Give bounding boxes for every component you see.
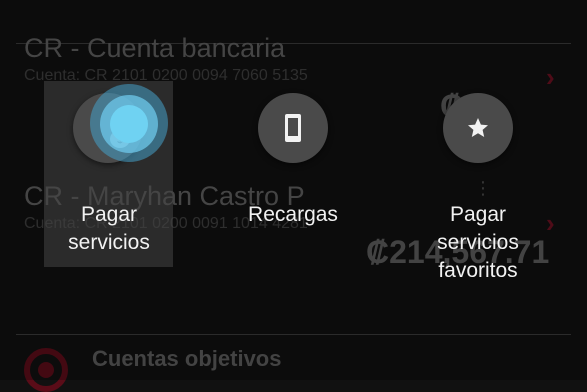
favorite-services-fab[interactable] [443, 93, 513, 163]
phone-icon [285, 114, 301, 142]
recharges-label: Recargas [248, 203, 338, 226]
pay-services-label: Pagar servicios [68, 203, 150, 254]
ripple-effect [110, 105, 148, 143]
recharges-fab[interactable] [258, 93, 328, 163]
favorite-services-label: Pagar servicios favoritos [437, 203, 519, 282]
star-icon [468, 118, 488, 137]
